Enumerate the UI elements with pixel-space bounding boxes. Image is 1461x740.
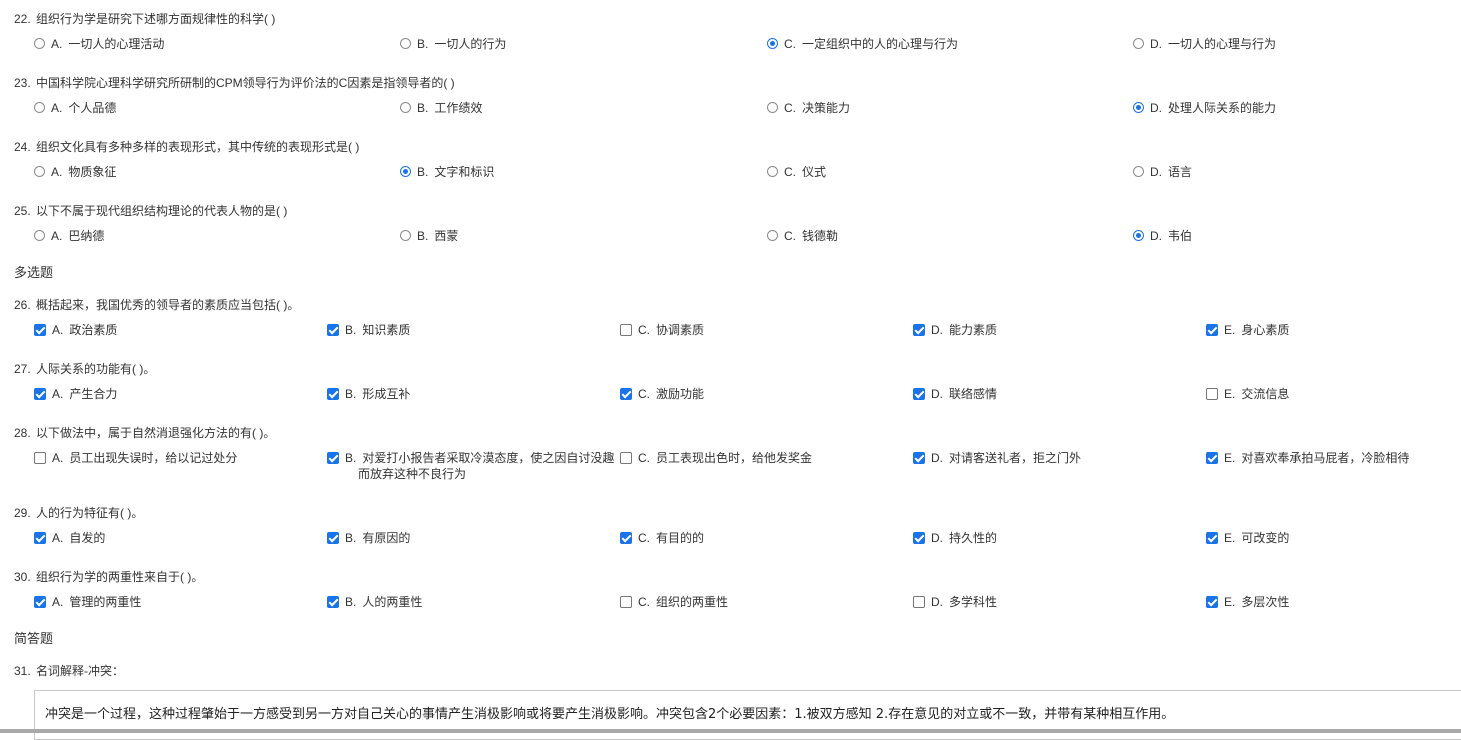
radio-button[interactable] bbox=[1133, 230, 1144, 241]
option-27-c[interactable]: C. 激励功能 bbox=[620, 386, 704, 402]
checkbox[interactable] bbox=[620, 596, 632, 608]
question-title: 25. 以下不属于现代组织结构理论的代表人物的是( ) bbox=[14, 204, 288, 218]
checkbox[interactable] bbox=[620, 324, 632, 336]
option-29-c[interactable]: C. 有目的的 bbox=[620, 530, 704, 546]
option-30-e[interactable]: E. 多层次性 bbox=[1206, 594, 1289, 610]
option-26-d[interactable]: D. 能力素质 bbox=[913, 322, 997, 338]
checkbox[interactable] bbox=[34, 324, 46, 336]
option-26-e[interactable]: E. 身心素质 bbox=[1206, 322, 1289, 338]
option-29-e[interactable]: E. 可改变的 bbox=[1206, 530, 1289, 546]
radio-button[interactable] bbox=[767, 166, 778, 177]
radio-button[interactable] bbox=[400, 230, 411, 241]
option-29-a[interactable]: A. 自发的 bbox=[34, 530, 105, 546]
option-26-a[interactable]: A. 政治素质 bbox=[34, 322, 117, 338]
checkbox[interactable] bbox=[1206, 532, 1218, 544]
radio-button[interactable] bbox=[400, 102, 411, 113]
option-26-b[interactable]: B. 知识素质 bbox=[327, 322, 410, 338]
radio-button[interactable] bbox=[400, 166, 411, 177]
question-title: 29. 人的行为特征有( )。 bbox=[14, 506, 144, 520]
radio-button[interactable] bbox=[34, 38, 45, 49]
option-24-c[interactable]: C. 仪式 bbox=[767, 164, 826, 180]
option-24-a[interactable]: A. 物质象征 bbox=[34, 164, 116, 180]
question-title: 22. 组织行为学是研究下述哪方面规律性的科学( ) bbox=[14, 12, 276, 26]
option-27-a[interactable]: A. 产生合力 bbox=[34, 386, 117, 402]
option-30-b[interactable]: B. 人的两重性 bbox=[327, 594, 422, 610]
radio-button[interactable] bbox=[1133, 166, 1144, 177]
question-title: 30. 组织行为学的两重性来自于( )。 bbox=[14, 570, 204, 584]
checkbox[interactable] bbox=[913, 532, 925, 544]
checkbox[interactable] bbox=[327, 596, 339, 608]
option-28-c[interactable]: C. 员工表现出色时，给他发奖金 bbox=[620, 450, 812, 466]
radio-button[interactable] bbox=[400, 38, 411, 49]
question-title: 26. 概括起来，我国优秀的领导者的素质应当包括( )。 bbox=[14, 298, 300, 312]
radio-button[interactable] bbox=[767, 102, 778, 113]
option-25-c[interactable]: C. 钱德勒 bbox=[767, 228, 838, 244]
option-25-b[interactable]: B. 西蒙 bbox=[400, 228, 458, 244]
checkbox[interactable] bbox=[1206, 388, 1218, 400]
option-23-c[interactable]: C. 决策能力 bbox=[767, 100, 850, 116]
section-title-multi: 多选题 bbox=[14, 265, 54, 280]
option-26-c[interactable]: C. 协调素质 bbox=[620, 322, 704, 338]
checkbox[interactable] bbox=[327, 532, 339, 544]
option-22-b[interactable]: B. 一切人的行为 bbox=[400, 36, 506, 52]
option-27-e[interactable]: E. 交流信息 bbox=[1206, 386, 1289, 402]
radio-button[interactable] bbox=[34, 230, 45, 241]
option-29-b[interactable]: B. 有原因的 bbox=[327, 530, 410, 546]
option-22-a[interactable]: A. 一切人的心理活动 bbox=[34, 36, 164, 52]
option-30-a[interactable]: A. 管理的两重性 bbox=[34, 594, 141, 610]
checkbox[interactable] bbox=[34, 388, 46, 400]
checkbox[interactable] bbox=[913, 452, 925, 464]
option-22-d[interactable]: D. 一切人的心理与行为 bbox=[1133, 36, 1276, 52]
option-28-e[interactable]: E. 对喜欢奉承拍马屁者，冷脸相待 bbox=[1206, 450, 1409, 466]
radio-button[interactable] bbox=[767, 230, 778, 241]
option-28-b[interactable]: B. 对爱打小报告者采取冷漠态度，使之因自讨没趣 而放弃这种不良行为 bbox=[327, 450, 614, 482]
checkbox[interactable] bbox=[620, 388, 632, 400]
option-27-d[interactable]: D. 联络感情 bbox=[913, 386, 997, 402]
question-title: 23. 中国科学院心理科学研究所研制的CPM领导行为评价法的C因素是指领导者的( … bbox=[14, 76, 455, 90]
checkbox[interactable] bbox=[34, 532, 46, 544]
option-23-d[interactable]: D. 处理人际关系的能力 bbox=[1133, 100, 1276, 116]
section-title-short: 简答题 bbox=[14, 631, 54, 646]
option-30-c[interactable]: C. 组织的两重性 bbox=[620, 594, 728, 610]
checkbox[interactable] bbox=[620, 532, 632, 544]
checkbox[interactable] bbox=[34, 452, 46, 464]
option-22-c[interactable]: C. 一定组织中的人的心理与行为 bbox=[767, 36, 958, 52]
checkbox[interactable] bbox=[327, 388, 339, 400]
radio-button[interactable] bbox=[1133, 38, 1144, 49]
option-28-d[interactable]: D. 对请客送礼者，拒之门外 bbox=[913, 450, 1081, 466]
answer-text: 冲突是一个过程，这种过程肇始于一方感受到另一方对自己关心的事情产生消极影响或将要… bbox=[45, 707, 1175, 722]
radio-button[interactable] bbox=[34, 166, 45, 177]
option-29-d[interactable]: D. 持久性的 bbox=[913, 530, 997, 546]
option-30-d[interactable]: D. 多学科性 bbox=[913, 594, 997, 610]
option-27-b[interactable]: B. 形成互补 bbox=[327, 386, 410, 402]
radio-button[interactable] bbox=[1133, 102, 1144, 113]
checkbox[interactable] bbox=[913, 324, 925, 336]
checkbox[interactable] bbox=[1206, 452, 1218, 464]
checkbox[interactable] bbox=[34, 596, 46, 608]
question-title: 31. 名词解释-冲突： bbox=[14, 664, 124, 678]
radio-button[interactable] bbox=[34, 102, 45, 113]
option-24-d[interactable]: D. 语言 bbox=[1133, 164, 1192, 180]
checkbox[interactable] bbox=[1206, 324, 1218, 336]
question-title: 27. 人际关系的功能有( )。 bbox=[14, 362, 156, 376]
checkbox[interactable] bbox=[327, 324, 339, 336]
option-28-a[interactable]: A. 员工出现失误时，给以记过处分 bbox=[34, 450, 237, 466]
checkbox[interactable] bbox=[1206, 596, 1218, 608]
option-25-d[interactable]: D. 韦伯 bbox=[1133, 228, 1192, 244]
checkbox[interactable] bbox=[327, 452, 339, 464]
checkbox[interactable] bbox=[620, 452, 632, 464]
option-25-a[interactable]: A. 巴纳德 bbox=[34, 228, 104, 244]
option-23-a[interactable]: A. 个人品德 bbox=[34, 100, 116, 116]
checkbox[interactable] bbox=[913, 596, 925, 608]
horizontal-scrollbar[interactable] bbox=[0, 729, 1461, 733]
option-24-b[interactable]: B. 文字和标识 bbox=[400, 164, 494, 180]
radio-button[interactable] bbox=[767, 38, 778, 49]
option-23-b[interactable]: B. 工作绩效 bbox=[400, 100, 482, 116]
checkbox[interactable] bbox=[913, 388, 925, 400]
question-title: 28. 以下做法中，属于自然消退强化方法的有( )。 bbox=[14, 426, 276, 440]
question-title: 24. 组织文化具有多种多样的表现形式，其中传统的表现形式是( ) bbox=[14, 140, 360, 154]
